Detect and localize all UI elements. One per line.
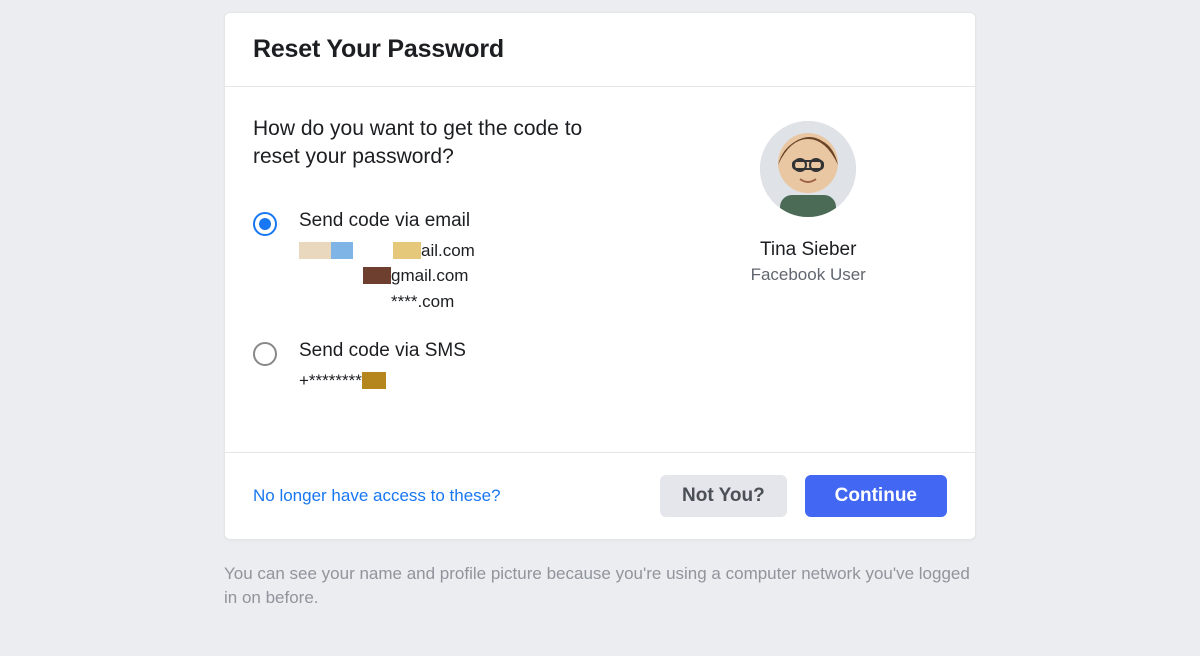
no-access-link[interactable]: No longer have access to these? [253,486,501,506]
email-suffix-1: ail.com [421,238,475,264]
sms-line: +******** [299,368,466,394]
avatar [760,121,856,217]
card-footer: No longer have access to these? Not You?… [225,452,975,539]
avatar-icon [760,121,856,217]
option-email-label: Send code via email [299,210,475,232]
radio-sms[interactable] [253,342,277,366]
option-email-content: Send code via email ail.com [299,210,475,315]
options-list: Send code via email ail.com [253,210,669,394]
network-hint-text: You can see your name and profile pictur… [224,562,976,611]
redaction-block [331,242,353,259]
option-sms-label: Send code via SMS [299,340,466,362]
radio-email[interactable] [253,212,277,236]
redaction-block [362,372,386,389]
card-header: Reset Your Password [225,13,975,87]
email-suffix-2: gmail.com [391,263,468,289]
email-line-1: ail.com [299,238,475,264]
email-line-2: gmail.com [299,263,475,289]
sms-masked-prefix: +******** [299,368,362,394]
button-row: Not You? Continue [660,475,947,517]
card-body: How do you want to get the code to reset… [225,87,975,452]
email-masked-3: ****.com [391,289,454,315]
options-column: How do you want to get the code to reset… [253,115,669,420]
user-column: Tina Sieber Facebook User [669,115,947,420]
option-sms-content: Send code via SMS +******** [299,340,466,394]
reset-password-card: Reset Your Password How do you want to g… [224,12,976,540]
user-role: Facebook User [751,265,866,285]
continue-button[interactable]: Continue [805,475,947,517]
option-email[interactable]: Send code via email ail.com [253,210,669,315]
radio-dot-icon [259,218,271,230]
not-you-button[interactable]: Not You? [660,475,787,517]
redaction-block [299,242,331,259]
option-email-addresses: ail.com gmail.com ****.com [299,238,475,315]
option-sms-number: +******** [299,368,466,394]
email-line-3: ****.com [299,289,475,315]
page-title: Reset Your Password [253,35,947,64]
prompt-text: How do you want to get the code to reset… [253,115,633,172]
redaction-block [393,242,421,259]
user-name: Tina Sieber [760,239,856,261]
option-sms[interactable]: Send code via SMS +******** [253,340,669,394]
redaction-block [363,267,391,284]
